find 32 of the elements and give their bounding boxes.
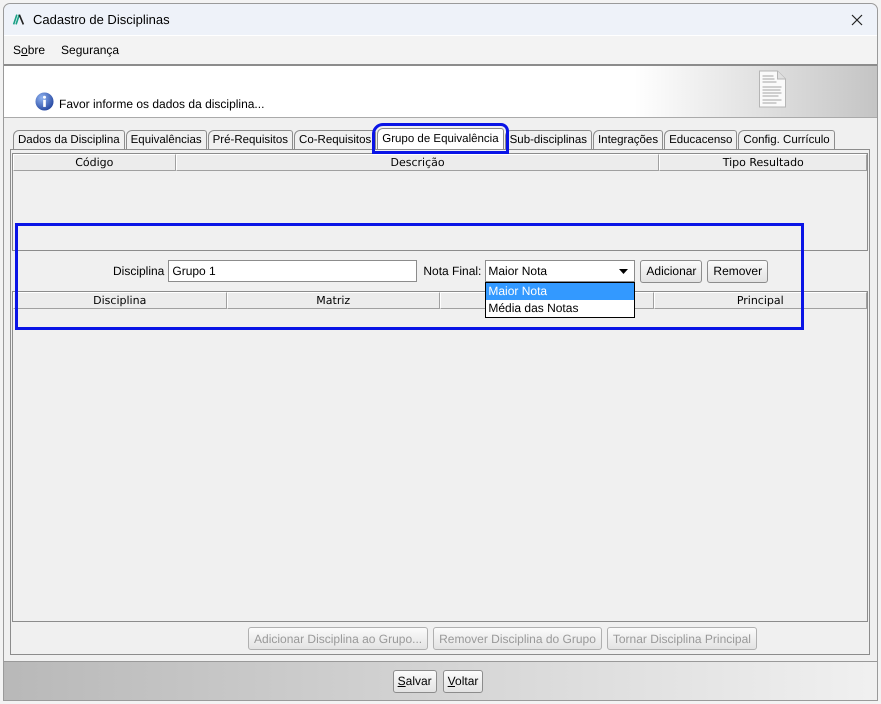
tab[interactable]: Sub-disciplinas — [504, 130, 592, 149]
menu-item[interactable]: Sobre — [13, 43, 46, 57]
tab[interactable]: Pré-Requisitos — [208, 130, 294, 149]
tab[interactable]: Dados da Disciplina — [13, 130, 125, 149]
input-field[interactable]: Grupo 1 — [168, 260, 418, 282]
window-title: Cadastro de Disciplinas — [33, 12, 170, 27]
footer-button[interactable]: Salvar — [392, 670, 437, 692]
info-icon — [35, 92, 54, 111]
document-icon — [758, 70, 787, 108]
field-label: Nota Final: — [423, 264, 482, 278]
column-header: Descrição — [176, 154, 660, 171]
menu-item[interactable]: Segurança — [61, 43, 120, 57]
tab[interactable]: Educacenso — [664, 130, 738, 149]
close-icon — [851, 14, 863, 26]
footer-button[interactable]: Voltar — [442, 670, 484, 692]
column-header: Matriz — [226, 292, 440, 309]
column-header: Disciplina — [13, 292, 226, 309]
caret-icon — [619, 268, 628, 274]
tab[interactable]: Integrações — [592, 130, 664, 149]
form-button[interactable]: Adicionar — [640, 260, 702, 282]
tab[interactable]: Equivalências — [126, 130, 207, 149]
field-label: Disciplina — [113, 264, 164, 278]
column-header: Tipo Resultado — [659, 154, 867, 171]
tab[interactable]: Co-Requisitos — [294, 130, 376, 149]
dropdown[interactable]: Maior Nota — [485, 260, 636, 282]
logo-icon — [12, 13, 25, 26]
dropdown-option[interactable]: Média das Notas — [486, 300, 634, 317]
form-button[interactable]: Remover — [707, 260, 768, 282]
info-message: Favor informe os dados da disciplina... — [59, 97, 264, 111]
column-header: Principal — [654, 292, 867, 309]
column-header: Código — [13, 154, 176, 171]
tab[interactable]: Config. Currículo — [738, 130, 835, 149]
